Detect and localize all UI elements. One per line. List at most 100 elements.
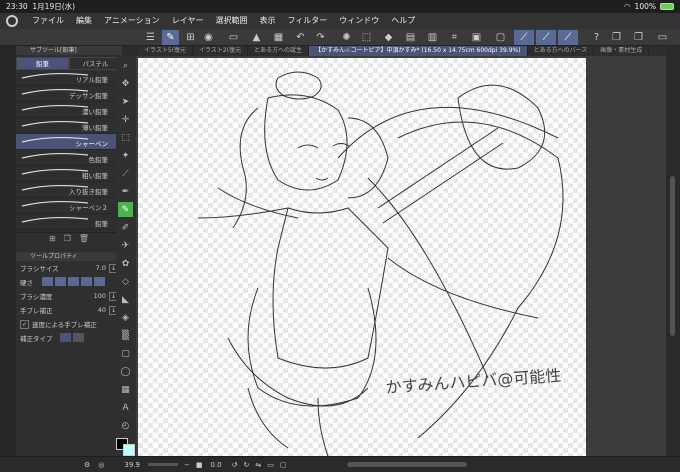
pen-tool-icon[interactable]: ✒ — [118, 184, 133, 199]
paste-icon[interactable]: ❐ — [630, 30, 647, 45]
magic-wand-icon[interactable]: ✦ — [118, 148, 133, 163]
frame-icon[interactable]: ▦ — [118, 382, 133, 397]
zoom-reset-icon[interactable]: ■ — [196, 461, 203, 469]
move-layer-icon[interactable]: ✛ — [118, 112, 133, 127]
menu-layer[interactable]: レイヤー — [166, 13, 210, 29]
zoom-in-icon[interactable]: − — [184, 461, 190, 469]
scroll-thumb[interactable] — [670, 176, 675, 336]
select-all-icon[interactable]: ▣ — [468, 30, 485, 45]
speed-checkbox[interactable]: ✓ — [20, 319, 29, 329]
app-logo-icon[interactable] — [6, 15, 18, 27]
tab-doc-5[interactable]: とある方へのバース — [528, 46, 595, 56]
clear-icon[interactable]: ✺ — [338, 30, 355, 45]
pen-modify-icon[interactable]: ✎ — [162, 30, 179, 45]
menu-selection[interactable]: 選択範囲 — [209, 13, 253, 29]
delete-subtool-icon[interactable]: 🗑 — [79, 234, 89, 243]
brush-item[interactable]: 入り抜き鉛筆 — [16, 182, 122, 198]
fit-icon[interactable]: ▭ — [267, 461, 274, 469]
tab-doc-1[interactable]: イラスト5(復元 — [138, 46, 194, 56]
menu-window[interactable]: ウィンドウ — [333, 13, 385, 29]
copy-icon[interactable]: ❐ — [608, 30, 625, 45]
text-tool-icon[interactable]: A — [118, 400, 133, 415]
zoom-value[interactable]: 39.9 — [124, 461, 140, 469]
brush-tool-icon[interactable]: ✐ — [118, 220, 133, 235]
brush-item[interactable]: 濃い鉛筆 — [16, 102, 122, 118]
balloon-icon[interactable]: ◴ — [118, 418, 133, 433]
tab-doc-6[interactable]: 画像・素材生成 — [594, 46, 650, 56]
eyedropper-icon[interactable]: ⟋ — [118, 166, 133, 181]
hamburger-menu-icon[interactable]: ☰ — [142, 30, 159, 45]
transform-icon[interactable]: ⬚ — [358, 30, 375, 45]
vertical-scrollbar[interactable] — [666, 46, 680, 456]
undo-icon[interactable]: ↶ — [292, 30, 309, 45]
tab-doc-3[interactable]: とある方への誕生 — [248, 46, 310, 56]
help-icon[interactable]: ? — [588, 30, 605, 45]
brush-item[interactable]: デッサン鉛筆 — [16, 86, 122, 102]
menu-filter[interactable]: フィルター — [281, 13, 333, 29]
redo-icon[interactable]: ↷ — [312, 30, 329, 45]
brush-item[interactable]: シャーペン２ — [16, 198, 122, 214]
blend-icon[interactable]: ◣ — [118, 292, 133, 307]
zoom-tool-icon[interactable]: ⌕ — [118, 58, 133, 73]
preview-icon[interactable]: ◉ — [200, 30, 217, 45]
rotate-right-icon[interactable]: ↻ — [244, 461, 250, 469]
tab-pastel[interactable]: パステル — [69, 57, 122, 70]
pencil-tool-icon[interactable]: ✎ — [118, 202, 133, 217]
invert-selection-icon[interactable]: ▥ — [424, 30, 441, 45]
brush-item[interactable]: 粗い鉛筆 — [16, 166, 122, 182]
duplicate-subtool-icon[interactable]: ❐ — [64, 234, 71, 243]
bottom-settings-icon[interactable]: ⚙ — [84, 461, 90, 469]
tab-pencil[interactable]: 鉛筆 — [16, 57, 69, 70]
brush-item[interactable]: リアル鉛筆 — [16, 70, 122, 86]
save-icon[interactable]: ▦ — [270, 30, 287, 45]
ellipse-icon[interactable]: ◯ — [118, 364, 133, 379]
sub-color-swatch[interactable] — [123, 444, 135, 456]
eraser-icon[interactable]: ◇ — [118, 274, 133, 289]
horizontal-scrollbar[interactable] — [346, 462, 467, 467]
color-swatches[interactable] — [114, 436, 136, 456]
correction-type-options[interactable] — [59, 332, 86, 344]
snap-ruler-icon[interactable]: ⟋ — [514, 30, 534, 45]
navigator-icon[interactable]: ▢ — [280, 461, 287, 469]
brush-item[interactable]: 薄い鉛筆 — [16, 118, 122, 134]
flip-icon[interactable]: ⇋ — [255, 461, 261, 469]
bottom-layer-icon[interactable]: ◎ — [98, 461, 104, 469]
add-subtool-icon[interactable]: ⊞ — [49, 234, 56, 243]
brush-item[interactable]: 鉛筆 — [16, 214, 122, 230]
menu-help[interactable]: ヘルプ — [385, 13, 421, 29]
layer-adjust-icon[interactable]: ⊞ — [182, 30, 199, 45]
decoration-icon[interactable]: ✿ — [118, 256, 133, 271]
snap-off-icon[interactable]: ▢ — [492, 30, 509, 45]
brush-item[interactable]: シャーペン — [16, 134, 122, 150]
tab-doc-active[interactable]: 【かすみん☆コートピア】中須かすみ* (16.50 x 14.75cm 600d… — [309, 46, 528, 56]
fill-tool-icon[interactable]: ◈ — [118, 310, 133, 325]
operation-tool-icon[interactable]: ➤ — [118, 94, 133, 109]
fill-icon[interactable]: ◆ — [380, 30, 397, 45]
crop-icon[interactable]: ⌗ — [446, 30, 463, 45]
deselect-icon[interactable]: ▤ — [402, 30, 419, 45]
hardness-levels[interactable] — [42, 276, 107, 288]
new-file-icon[interactable]: ▭ — [225, 30, 242, 45]
figure-icon[interactable]: ▢ — [118, 346, 133, 361]
menu-file[interactable]: ファイル — [26, 13, 70, 29]
snap-special-ruler-icon[interactable]: ⟋ — [536, 30, 556, 45]
drawing-canvas[interactable]: かすみんハピバ@可能性 — [138, 58, 586, 457]
snap-grid-icon[interactable]: ⟋ — [558, 30, 578, 45]
gradient-icon[interactable]: ▒ — [118, 328, 133, 343]
menu-view[interactable]: 表示 — [253, 13, 281, 29]
menu-animation[interactable]: アニメーション — [98, 13, 166, 29]
move-tool-icon[interactable]: ✥ — [118, 76, 133, 91]
stabilizer-value[interactable]: 40 — [98, 306, 106, 314]
selection-tool-icon[interactable]: ⬚ — [118, 130, 133, 145]
angle-value[interactable]: 0.0 — [210, 461, 221, 469]
zoom-slider[interactable] — [147, 463, 178, 466]
open-file-icon[interactable]: ▲ — [248, 30, 265, 45]
density-value[interactable]: 100 — [94, 292, 106, 300]
settings-icon[interactable]: ▭ — [654, 30, 671, 45]
brush-size-value[interactable]: 7.0 — [96, 264, 106, 272]
airbrush-icon[interactable]: ✈ — [118, 238, 133, 253]
rotate-left-icon[interactable]: ↺ — [232, 461, 238, 469]
tab-doc-2[interactable]: イラスト2(復元 — [193, 46, 249, 56]
brush-item[interactable]: 色鉛筆 — [16, 150, 122, 166]
menu-edit[interactable]: 編集 — [70, 13, 98, 29]
